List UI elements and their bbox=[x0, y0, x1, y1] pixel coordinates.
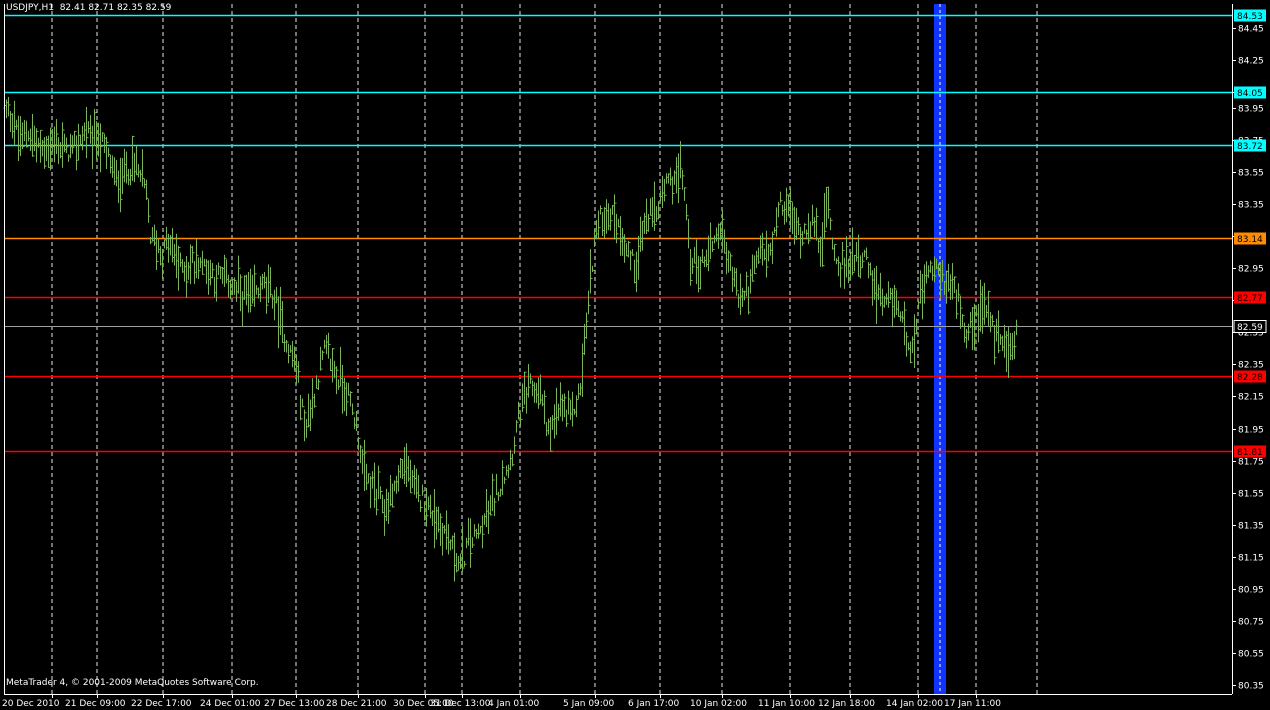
axes bbox=[4, 4, 1233, 695]
level-tag-text: 82.28 bbox=[1237, 373, 1263, 383]
price-chart[interactable]: 84.4584.2584.0583.9583.7583.5583.3583.15… bbox=[0, 0, 1270, 710]
copyright-text: MetaTrader 4, © 2001-2009 MetaQuotes Sof… bbox=[6, 678, 259, 688]
vertical-grid bbox=[51, 4, 1038, 694]
x-tick-label: 5 Jan 09:00 bbox=[563, 699, 615, 709]
y-tick-label: 84.25 bbox=[1238, 57, 1264, 67]
y-axis-ticks: 84.4584.2584.0583.9583.7583.5583.3583.15… bbox=[1232, 25, 1264, 692]
symbol-label: USDJPY,H1 bbox=[6, 3, 54, 13]
y-tick-label: 81.75 bbox=[1238, 458, 1264, 468]
y-tick-label: 84.45 bbox=[1238, 25, 1264, 35]
y-tick-label: 81.95 bbox=[1238, 426, 1264, 436]
y-tick-label: 83.35 bbox=[1238, 201, 1264, 211]
x-tick-label: 31 Dec 13:00 bbox=[430, 699, 491, 709]
level-tag-text: 81.81 bbox=[1237, 448, 1263, 458]
x-tick-label: 10 Jan 02:00 bbox=[690, 699, 747, 709]
y-tick-label: 80.95 bbox=[1238, 586, 1264, 596]
x-axis-ticks: 20 Dec 2010 21 Dec 09:00 22 Dec 17:00 24 De… bbox=[2, 694, 1001, 709]
y-tick-label: 83.55 bbox=[1238, 169, 1264, 179]
y-tick-label: 82.95 bbox=[1238, 265, 1264, 275]
y-tick-label: 80.75 bbox=[1238, 618, 1264, 628]
x-tick-label: 14 Jan 02:00 bbox=[886, 699, 943, 709]
x-tick-label: 22 Dec 17:00 bbox=[131, 699, 192, 709]
x-tick-label: 27 Dec 13:00 bbox=[264, 699, 325, 709]
level-tag-text: 84.05 bbox=[1237, 89, 1263, 99]
y-tick-label: 80.35 bbox=[1238, 682, 1264, 692]
x-tick-label: 20 Dec 2010 bbox=[2, 699, 60, 709]
level-tag-text: 83.72 bbox=[1237, 142, 1263, 152]
level-tag-text: 82.59 bbox=[1237, 323, 1263, 333]
highlight-band bbox=[934, 4, 946, 694]
y-tick-label: 82.35 bbox=[1238, 361, 1264, 371]
x-tick-label: 21 Dec 09:00 bbox=[65, 699, 126, 709]
price-bars bbox=[3, 96, 1018, 582]
y-tick-label: 81.15 bbox=[1238, 554, 1264, 564]
x-tick-label: 4 Jan 01:00 bbox=[488, 699, 540, 709]
chart-header: USDJPY,H1 82.41 82.71 82.35 82.59 bbox=[6, 3, 171, 13]
y-tick-label: 82.15 bbox=[1238, 393, 1264, 403]
y-tick-label: 81.35 bbox=[1238, 522, 1264, 532]
y-tick-label: 81.55 bbox=[1238, 490, 1264, 500]
x-tick-label: 24 Dec 01:00 bbox=[200, 699, 261, 709]
level-labels: 84.53 84.05 83.72 83.14 82.77 82.28 81.81 82.59 bbox=[1233, 9, 1267, 458]
x-tick-label: 28 Dec 21:00 bbox=[326, 699, 387, 709]
x-tick-label: 11 Jan 10:00 bbox=[758, 699, 815, 709]
level-tag-text: 84.53 bbox=[1237, 12, 1263, 22]
x-tick-label: 17 Jan 11:00 bbox=[944, 699, 1001, 709]
y-tick-label: 83.95 bbox=[1238, 105, 1264, 115]
x-tick-label: 6 Jan 17:00 bbox=[628, 699, 680, 709]
level-tag-text: 82.77 bbox=[1237, 294, 1263, 304]
level-tag-text: 83.14 bbox=[1237, 235, 1263, 245]
ohlc-values: 82.41 82.71 82.35 82.59 bbox=[59, 3, 172, 13]
y-tick-label: 80.55 bbox=[1238, 650, 1264, 660]
x-tick-label: 12 Jan 18:00 bbox=[818, 699, 875, 709]
